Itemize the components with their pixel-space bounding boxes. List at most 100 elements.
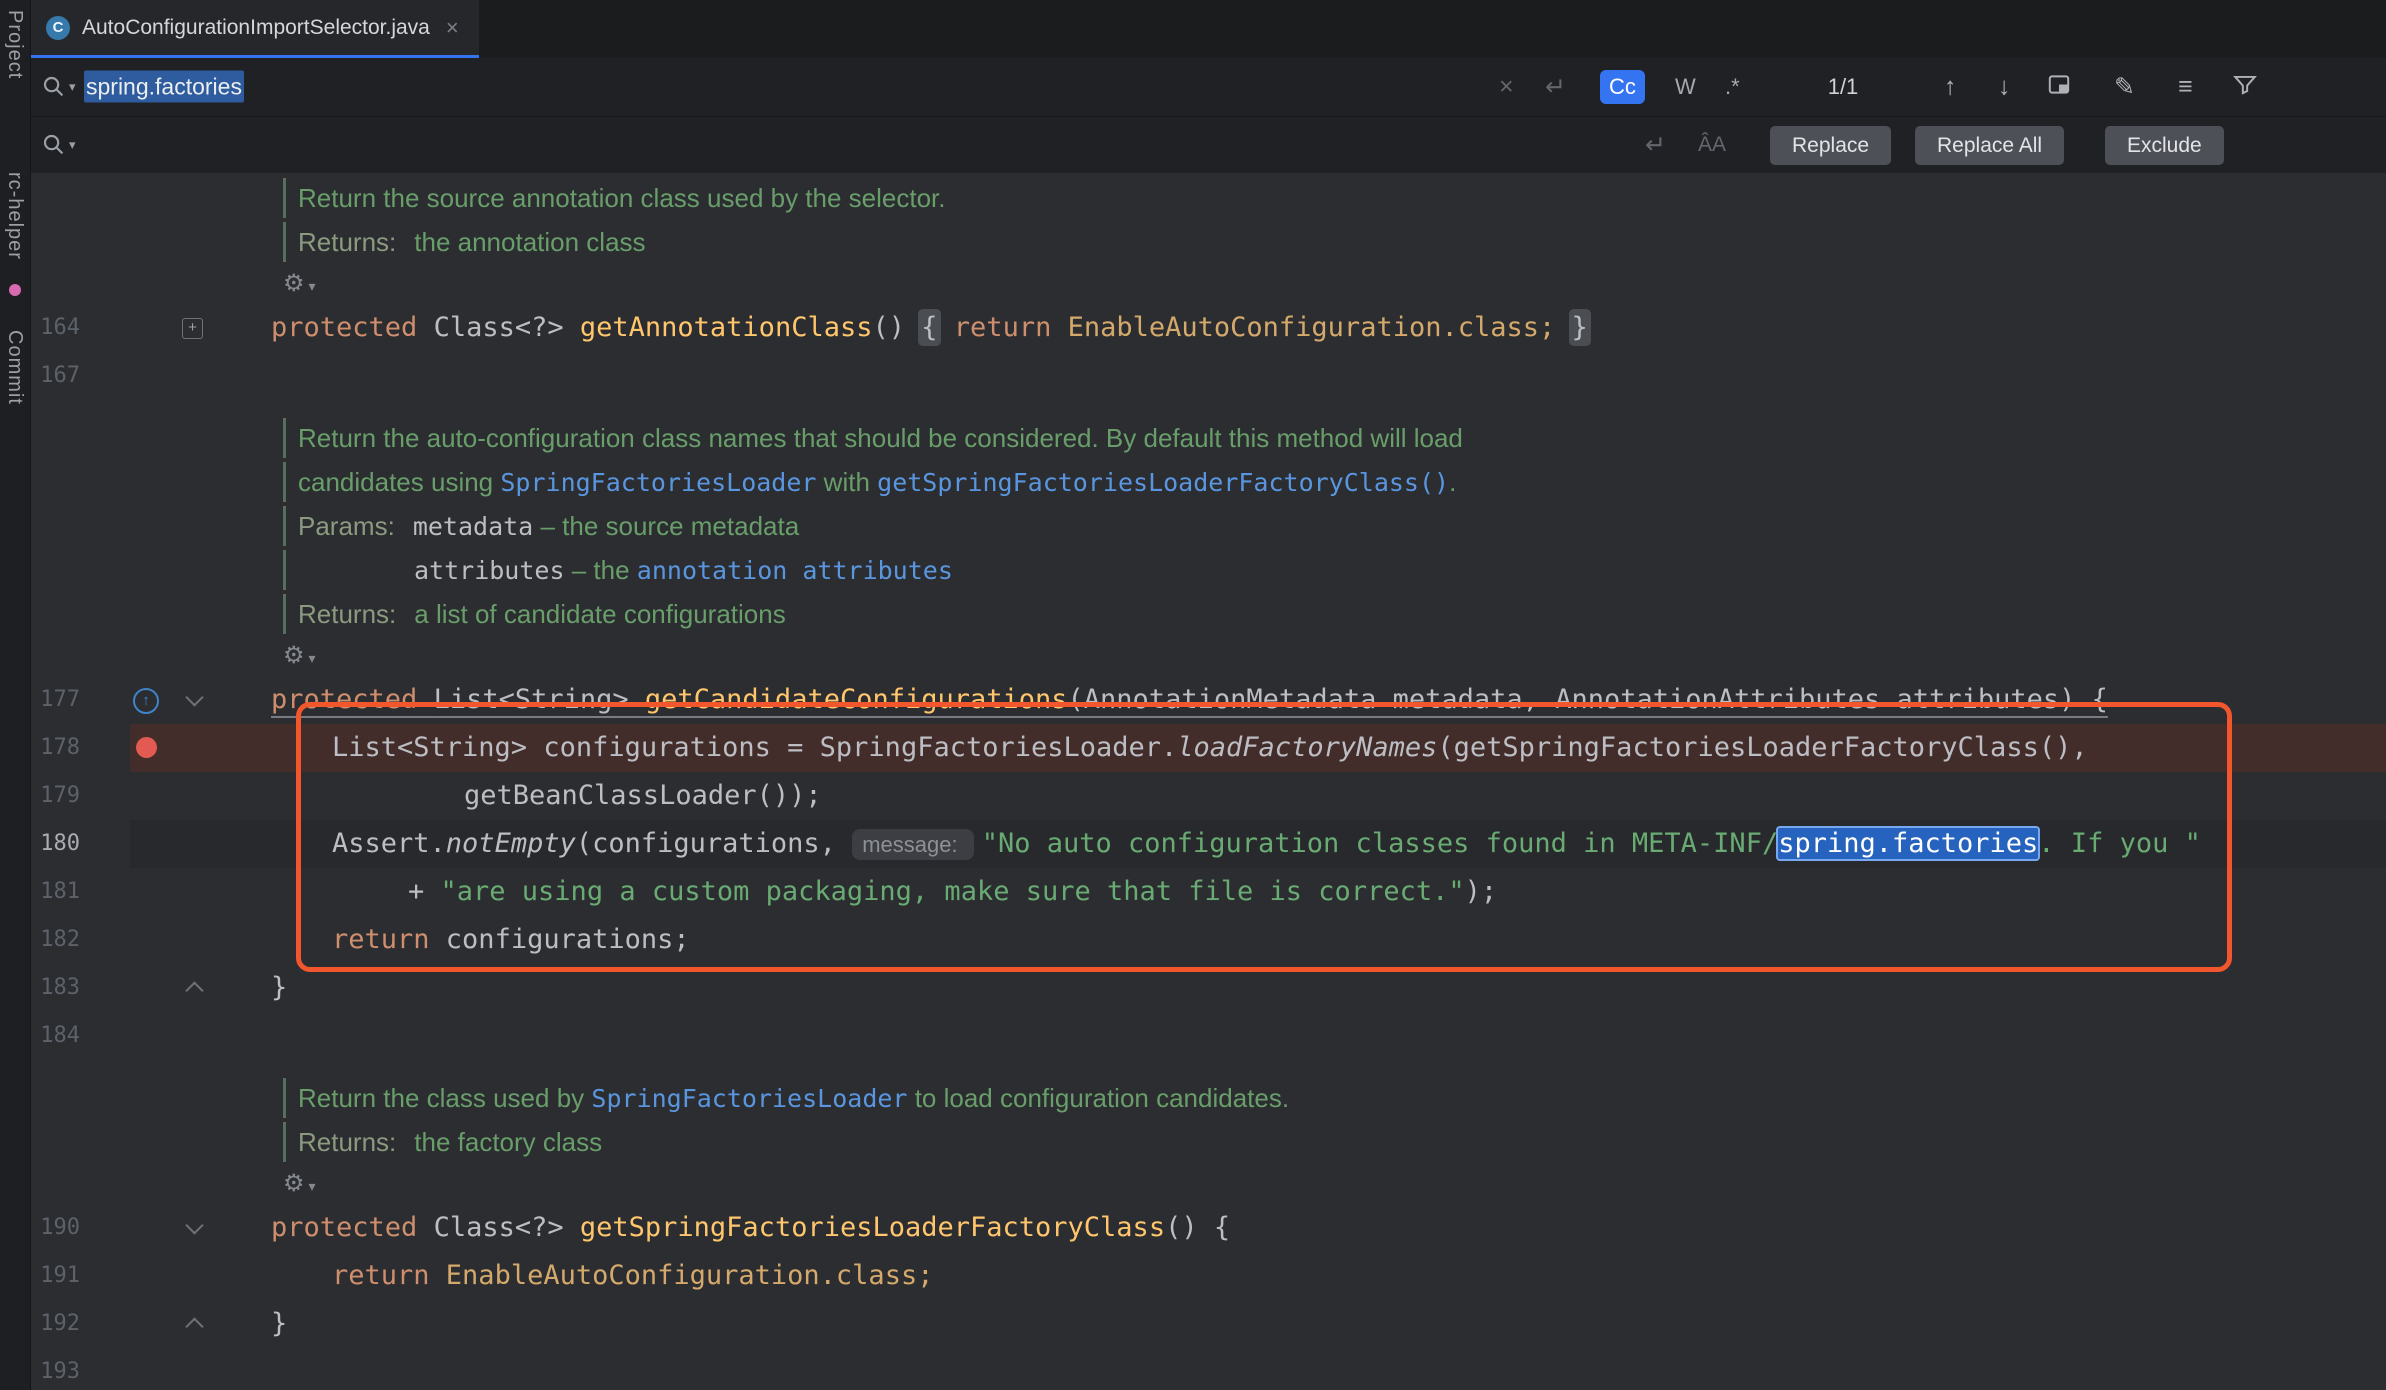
exclude-button[interactable]: Exclude <box>2105 126 2224 165</box>
words-toggle[interactable]: W <box>1666 70 1705 104</box>
previous-match-icon[interactable]: ↑ <box>1944 73 1957 102</box>
search-input[interactable]: spring.factories <box>84 74 244 101</box>
search-icon[interactable]: ▾ <box>42 75 76 99</box>
line-content: return EnableAutoConfiguration.class; <box>332 1252 2386 1300</box>
match-case-toggle[interactable]: Cc <box>1600 70 1645 104</box>
rail-item-project[interactable]: Project <box>3 10 26 79</box>
token: (configurations, <box>576 828 852 859</box>
replace-toolbar: ▾ ↵ ÂA Replace Replace All Exclude <box>30 117 2386 174</box>
line-number-182[interactable]: 182 <box>30 916 80 964</box>
fold-expand-icon[interactable]: + <box>182 318 203 339</box>
code-line-181: 181+ "are using a custom packaging, make… <box>30 868 2386 916</box>
code-editor[interactable]: Return the source annotation class used … <box>30 173 2386 1390</box>
editor-lines: Return the source annotation class used … <box>30 176 2386 1390</box>
token: attributes <box>414 556 565 585</box>
fold-chevron-up-icon[interactable] <box>185 1317 203 1335</box>
token: metadata <box>413 512 533 541</box>
next-match-icon[interactable]: ↓ <box>1998 73 2011 102</box>
code-line-191: 191 return EnableAutoConfiguration.class; <box>30 1252 2386 1300</box>
fold-chevron-down-icon[interactable] <box>185 688 203 706</box>
token: Return the class used by <box>298 1083 591 1113</box>
line-content: Return the auto-configuration class name… <box>298 416 2386 460</box>
line-content: Assert.notEmpty(configurations, message:… <box>332 820 2386 869</box>
line-number-181[interactable]: 181 <box>30 868 80 916</box>
token: "are using a custom packaging, make sure… <box>441 876 1465 907</box>
token <box>1555 312 1571 343</box>
line-number-191[interactable]: 191 <box>30 1252 80 1300</box>
line-number-192[interactable]: 192 <box>30 1300 80 1348</box>
token: SpringFactoriesLoader <box>500 468 816 497</box>
editor-tab-active[interactable]: C AutoConfigurationImportSelector.java × <box>30 0 479 59</box>
fold-chevron-up-icon[interactable] <box>185 981 203 999</box>
doc-render-settings-icon[interactable]: ⚙▾ <box>283 264 316 306</box>
line-number-193[interactable]: 193 <box>30 1348 80 1390</box>
code-line-184: 184 <box>30 1012 2386 1060</box>
code-line-178: 178 List<String> configurations = SpringF… <box>30 724 2386 772</box>
doc-block-bar <box>283 222 286 262</box>
doc-block-bar <box>283 550 286 590</box>
line-number-167[interactable]: 167 <box>30 352 80 400</box>
line-number-180[interactable]: 180 <box>30 820 80 868</box>
newline-icon[interactable]: ↵ <box>1545 72 1566 102</box>
clear-search-icon[interactable]: × <box>1499 73 1514 102</box>
token: – the source metadata <box>533 511 799 541</box>
token: return <box>332 924 446 955</box>
line-number-184[interactable]: 184 <box>30 1012 80 1060</box>
rail-item-rc-helper[interactable]: rc-helper <box>3 172 26 260</box>
token: (getSpringFactoriesLoaderFactoryClass(), <box>1437 732 2087 763</box>
token: ); <box>1465 876 1498 907</box>
preserve-case-toggle[interactable]: ÂA <box>1698 133 1726 157</box>
token: spring.factories <box>1778 828 2038 859</box>
token: candidates using <box>298 467 500 497</box>
chevron-down-icon: ▾ <box>309 650 316 666</box>
replace-button[interactable]: Replace <box>1770 126 1891 165</box>
line-content: Returns:the annotation class <box>298 220 2386 264</box>
open-in-tool-window-icon[interactable] <box>2046 72 2072 103</box>
line-content: Returns:a list of candidate configuratio… <box>298 592 2386 636</box>
line-content: return configurations; <box>332 916 2386 964</box>
line-number-178[interactable]: 178 <box>30 724 80 772</box>
line-content: Return the source annotation class used … <box>298 176 2386 220</box>
token: } <box>271 1308 287 1339</box>
replace-newline-icon[interactable]: ↵ <box>1645 130 1666 160</box>
token: getSpringFactoriesLoaderFactoryClass() <box>877 468 1449 497</box>
token: Return the source annotation class used … <box>298 183 946 213</box>
line-content: Params: metadata – the source metadata <box>298 504 2386 549</box>
token: loadFactoryNames <box>1177 732 1437 763</box>
code-line-180: 180 Assert.notEmpty(configurations, messa… <box>30 820 2386 868</box>
breakpoint-icon[interactable] <box>136 737 157 758</box>
code-line-183: 183} <box>30 964 2386 1012</box>
replace-all-button[interactable]: Replace All <box>1915 126 2064 165</box>
code-line-167: 167 <box>30 352 2386 400</box>
doc-block-bar <box>283 1122 286 1162</box>
line-number-190[interactable]: 190 <box>30 1204 80 1252</box>
line-number-177[interactable]: 177 <box>30 676 80 724</box>
ide-window: Project rc-helper Commit C AutoConfigura… <box>0 0 2386 1390</box>
tab-close-icon[interactable]: × <box>446 15 459 41</box>
token: protected <box>271 1212 434 1243</box>
token: } <box>271 972 287 1003</box>
regex-toggle[interactable]: .* <box>1716 70 1749 104</box>
rail-item-commit[interactable]: Commit <box>3 330 26 405</box>
token: Params: <box>298 511 395 541</box>
token: (AnnotationMetadata metadata, Annotation… <box>1068 684 2108 715</box>
overriding-method-icon[interactable]: ↑ <box>133 688 159 714</box>
gear-line: ⚙▾ <box>30 264 2386 304</box>
line-content: protected Class<?> getSpringFactoriesLoa… <box>271 1204 2386 1252</box>
doc-render-settings-icon[interactable]: ⚙▾ <box>283 1164 316 1206</box>
line-content: attributes – the annotation attributes <box>414 548 2386 593</box>
line-number-179[interactable]: 179 <box>30 772 80 820</box>
search-in-selection-icon[interactable]: ✎ <box>2114 72 2135 102</box>
doc-render-settings-icon[interactable]: ⚙▾ <box>283 636 316 678</box>
token: protected <box>271 684 434 715</box>
filter-lines-icon[interactable]: ≡ <box>2178 73 2193 102</box>
line-number-164[interactable]: 164 <box>30 304 80 352</box>
line-content: Return the class used by SpringFactories… <box>298 1076 2386 1121</box>
filter-funnel-icon[interactable] <box>2232 72 2258 103</box>
line-number-183[interactable]: 183 <box>30 964 80 1012</box>
fold-chevron-down-icon[interactable] <box>185 1216 203 1234</box>
code-line-192: 192} <box>30 1300 2386 1348</box>
line-content: List<String> configurations = SpringFact… <box>332 724 2386 772</box>
editor-tab-bar: C AutoConfigurationImportSelector.java × <box>30 0 2386 59</box>
doc-line: Returns:the factory class <box>30 1120 2386 1164</box>
